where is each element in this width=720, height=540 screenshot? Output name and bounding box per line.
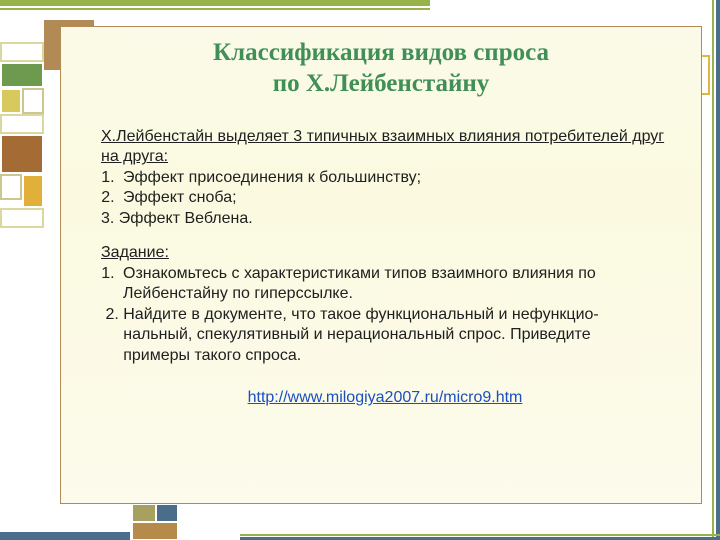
list-item: Эффект присоединения к большинству; [119,168,679,188]
border-bottom-thin [180,534,720,536]
tasks-list: Ознакомьтесь с характеристиками типов вз… [91,264,679,305]
effects-list: Эффект присоединения к большинству; Эффе… [91,168,679,209]
body-text: Х.Лейбенстайн выделяет 3 типичных взаимн… [91,127,679,409]
border-top-thin [0,8,430,10]
task-label: Задание: [101,244,169,261]
border-right-outer [716,0,720,540]
task-2: 2. Найдите в документе, что такое функци… [91,305,679,366]
hyperlink[interactable]: http://www.milogiya2007.ru/micro9.htm [248,389,523,406]
left-mondrian-strip [0,42,44,312]
title-line-1: Классификация видов спроса [213,39,549,66]
effect-3: 3. Эффект Веблена. [91,209,679,229]
content-panel: Классификация видов спроса по Х.Лейбенст… [60,26,702,504]
bottom-left-mondrian [132,504,240,540]
list-item: Ознакомьтесь с характеристиками типов вз… [119,264,679,305]
accent-blue-bottom [0,532,130,540]
border-top-thick [0,0,430,6]
list-item: Эффект сноба; [119,188,679,208]
title-line-2: по Х.Лейбенстайну [273,70,490,97]
border-right-inner [712,0,714,540]
slide-title: Классификация видов спроса по Х.Лейбенст… [61,27,701,100]
intro-text: Х.Лейбенстайн выделяет 3 типичных взаимн… [101,128,664,165]
